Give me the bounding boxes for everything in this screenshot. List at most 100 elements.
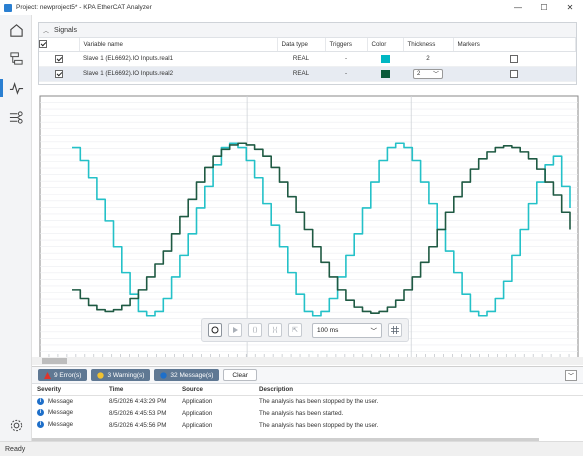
col-time[interactable]: Time: [104, 384, 177, 396]
log-panel: 9 Error(s) 3 Warning(s) 32 Message(s) Cl…: [32, 366, 583, 441]
col-source[interactable]: Source: [177, 384, 254, 396]
chevron-up-icon[interactable]: ︿: [43, 26, 49, 35]
status-text: Ready: [5, 445, 26, 453]
info-icon: i: [37, 397, 44, 405]
chart-toolbar: ⟨⟩ ⟩⟨ ⇱ 100 ms ﹀: [201, 318, 409, 342]
col-severity[interactable]: Severity: [32, 384, 104, 396]
window-title: Project: newproject5* - KPA EtherCAT Ana…: [16, 4, 152, 11]
error-icon: [44, 371, 51, 379]
chart-horizontal-scrollbar[interactable]: [32, 357, 583, 365]
errors-filter[interactable]: 9 Error(s): [38, 369, 88, 381]
log-severity: Message: [48, 397, 74, 405]
log-table: Severity Time Source Description i Messag…: [32, 384, 583, 431]
home-icon[interactable]: [7, 21, 25, 39]
select-all-checkbox[interactable]: [39, 40, 47, 49]
warning-icon: [97, 371, 105, 379]
select-all-header[interactable]: [39, 38, 80, 52]
info-icon: [160, 371, 168, 379]
maximize-button[interactable]: ☐: [531, 0, 557, 15]
log-source: Application: [182, 409, 213, 417]
settings-icon[interactable]: [7, 416, 25, 434]
thickness-value: 2: [417, 70, 421, 77]
play-button[interactable]: [228, 323, 242, 337]
signals-header[interactable]: ︿ Signals: [39, 23, 576, 38]
clear-button[interactable]: Clear: [223, 369, 257, 381]
signal-triggers[interactable]: -: [325, 51, 367, 67]
info-icon: i: [37, 421, 44, 429]
signal-name: Slave 1 (EL6692).IO Inputs.real1: [79, 51, 277, 67]
grid-button[interactable]: [388, 323, 402, 337]
analyzer-icon[interactable]: [7, 79, 25, 97]
col-color[interactable]: Color: [367, 38, 404, 52]
signal-row[interactable]: Slave 1 (EL6692).IO Inputs.real1 REAL - …: [39, 51, 576, 67]
log-description: The analysis has been started.: [259, 409, 344, 417]
log-severity: Message: [48, 421, 74, 429]
zoom-out-button[interactable]: ⟨⟩: [248, 323, 262, 337]
zoom-out-icon: ⟨⟩: [252, 327, 258, 334]
close-button[interactable]: ✕: [557, 0, 583, 15]
collapse-log-button[interactable]: ﹀: [565, 370, 577, 381]
col-markers[interactable]: Markers: [453, 38, 576, 52]
log-row[interactable]: i Message 8/5/2026 4:43:29 PM Application…: [32, 395, 583, 407]
col-variable-name[interactable]: Variable name: [79, 38, 278, 52]
log-severity: Message: [48, 409, 74, 417]
col-description[interactable]: Description: [254, 384, 583, 396]
log-source: Application: [182, 397, 213, 405]
fit-icon: ⇱: [292, 327, 298, 334]
play-icon: [233, 327, 238, 333]
sidebar: [0, 15, 32, 441]
log-source: Application: [182, 421, 213, 429]
color-swatch[interactable]: [380, 54, 390, 63]
signal-type: REAL: [277, 66, 325, 82]
zoom-in-button[interactable]: ⟩⟨: [268, 323, 282, 337]
signal-triggers[interactable]: -: [325, 66, 367, 82]
signal-type: REAL: [277, 51, 325, 67]
thickness-select[interactable]: 2 ﹀: [413, 68, 443, 79]
signal-checkbox[interactable]: [55, 54, 63, 63]
messages-filter[interactable]: 32 Message(s): [154, 369, 220, 381]
grid-icon: [391, 326, 399, 334]
title-bar: Project: newproject5* - KPA EtherCAT Ana…: [0, 0, 583, 15]
log-row[interactable]: i Message 8/5/2026 4:45:53 PM Application…: [32, 407, 583, 419]
zoom-in-icon: ⟩⟨: [272, 327, 278, 334]
log-row[interactable]: i Message 8/5/2026 4:45:56 PM Application…: [32, 419, 583, 431]
col-data-type[interactable]: Data type: [277, 38, 326, 52]
chevron-down-icon: ﹀: [432, 72, 439, 78]
minimize-button[interactable]: —: [505, 0, 531, 15]
app-logo-icon: [4, 3, 12, 12]
signals-table: Variable name Data type Triggers Color T…: [39, 38, 576, 82]
log-filter-bar: 9 Error(s) 3 Warning(s) 32 Message(s) Cl…: [32, 367, 583, 384]
log-description: The analysis has been stopped by the use…: [259, 421, 379, 429]
signal-row[interactable]: Slave 1 (EL6692).IO Inputs.real2 REAL - …: [39, 66, 576, 82]
signal-checkbox[interactable]: [55, 69, 63, 78]
fit-button[interactable]: ⇱: [288, 323, 302, 337]
errors-label: 9 Error(s): [54, 371, 82, 379]
scrollbar-thumb[interactable]: [42, 358, 67, 364]
topology-icon[interactable]: [7, 49, 25, 67]
warnings-filter[interactable]: 3 Warning(s): [91, 369, 151, 381]
signal-thickness[interactable]: 2: [403, 51, 453, 67]
record-icon: [211, 326, 219, 334]
record-button[interactable]: [208, 323, 222, 337]
signals-title: Signals: [54, 26, 77, 34]
interval-select[interactable]: 100 ms ﹀: [312, 322, 382, 338]
col-triggers[interactable]: Triggers: [325, 38, 368, 52]
interval-value: 100 ms: [317, 326, 339, 334]
markers-checkbox[interactable]: [510, 54, 519, 63]
info-icon: i: [37, 409, 44, 417]
signals-panel: ︿ Signals Variable name Data type Trigge…: [38, 22, 577, 85]
markers-checkbox[interactable]: [510, 69, 519, 78]
col-thickness[interactable]: Thickness: [403, 38, 454, 52]
chevron-down-icon: ﹀: [370, 328, 378, 335]
log-time: 8/5/2026 4:45:56 PM: [109, 421, 167, 429]
status-bar: Ready: [0, 441, 583, 456]
chevron-down-icon: ﹀: [567, 374, 574, 380]
color-swatch[interactable]: [380, 69, 390, 78]
log-time: 8/5/2026 4:43:29 PM: [109, 397, 167, 405]
warnings-label: 3 Warning(s): [107, 371, 145, 379]
log-time: 8/5/2026 4:45:53 PM: [109, 409, 167, 417]
active-indicator: [0, 79, 3, 97]
mapping-icon[interactable]: [7, 108, 25, 126]
signal-name: Slave 1 (EL6692).IO Inputs.real2: [79, 66, 277, 82]
messages-label: 32 Message(s): [170, 371, 214, 379]
